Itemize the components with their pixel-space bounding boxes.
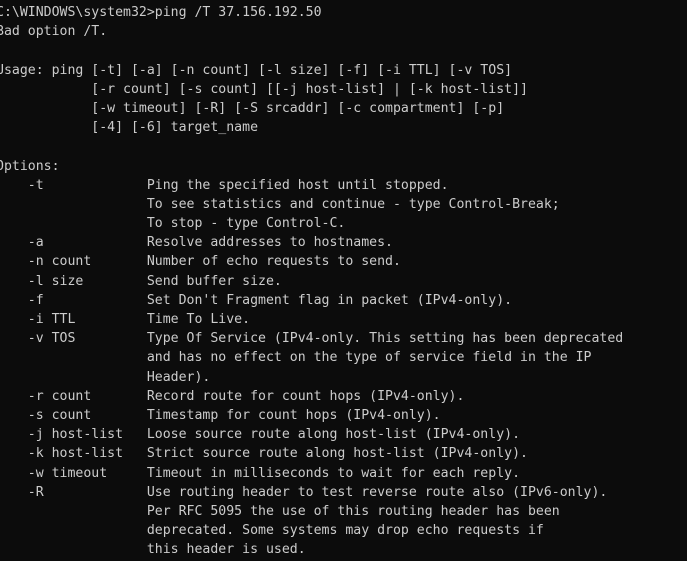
terminal-line: this header is used. [0, 542, 306, 558]
terminal-line: -R Use routing header to test reverse ro… [0, 484, 608, 500]
terminal-line: Per RFC 5095 the use of this routing hea… [0, 503, 560, 519]
command-prompt-window[interactable]: C:\WINDOWS\system32>ping /T 37.156.192.5… [0, 0, 687, 561]
terminal-line: -n count Number of echo requests to send… [0, 254, 401, 270]
terminal-line: -s count Timestamp for count hops (IPv4-… [0, 407, 441, 423]
terminal-line: [-4] [-6] target_name [0, 120, 259, 136]
terminal-line: To stop - type Control-C. [0, 216, 346, 232]
terminal-line: -r count Record route for count hops (IP… [0, 388, 465, 404]
terminal-line: -k host-list Strict source route along h… [0, 446, 528, 462]
terminal-line: -t Ping the specified host until stopped… [0, 177, 449, 193]
terminal-line: -f Set Don't Fragment flag in packet (IP… [0, 292, 513, 308]
terminal-line: [-r count] [-s count] [[-j host-list] | … [0, 81, 528, 97]
terminal-line: and has no effect on the type of service… [0, 350, 592, 366]
terminal-output: C:\WINDOWS\system32>ping /T 37.156.192.5… [0, 3, 687, 561]
terminal-line: -v TOS Type Of Service (IPv4-only. This … [0, 331, 624, 347]
terminal-line: Usage: ping [-t] [-a] [-n count] [-l siz… [0, 62, 513, 78]
terminal-line: Options: [0, 158, 60, 174]
terminal-line: -j host-list Loose source route along ho… [0, 427, 521, 443]
terminal-line: Header). [0, 369, 211, 385]
terminal-line: Bad option /T. [0, 24, 108, 40]
terminal-line: -l size Send buffer size. [0, 273, 282, 289]
terminal-line: To see statistics and continue - type Co… [0, 196, 560, 212]
terminal-line: [-w timeout] [-R] [-S srcaddr] [-c compa… [0, 100, 505, 116]
prompt-line: C:\WINDOWS\system32>ping /T 37.156.192.5… [0, 5, 322, 20]
terminal-line: -w timeout Timeout in milliseconds to wa… [0, 465, 521, 481]
terminal-line: -a Resolve addresses to hostnames. [0, 235, 393, 251]
terminal-line: -i TTL Time To Live. [0, 312, 251, 327]
terminal-line: deprecated. Some systems may drop echo r… [0, 523, 544, 539]
